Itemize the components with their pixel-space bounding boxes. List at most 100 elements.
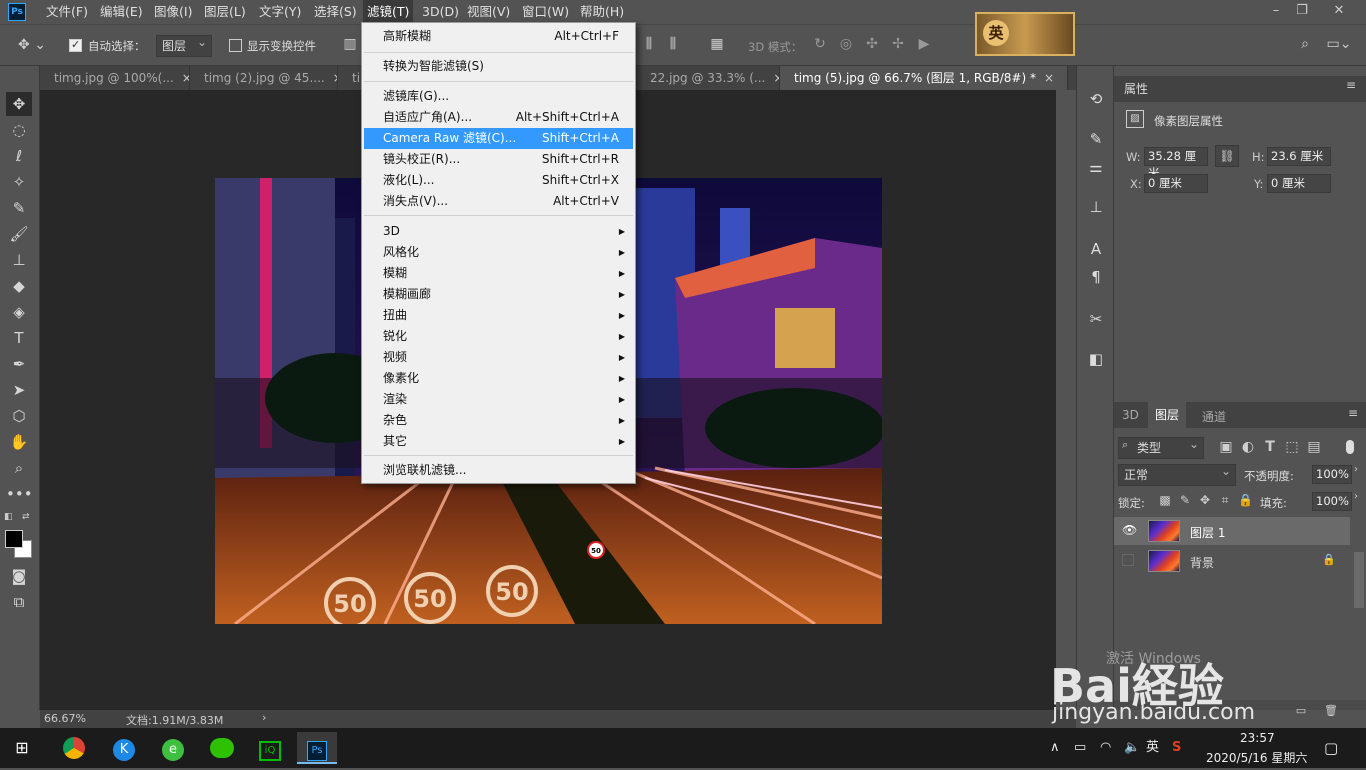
menu-layer[interactable]: 图层(L)	[200, 0, 250, 24]
more-tools-icon[interactable]: •••	[6, 482, 33, 506]
brush-tool-icon[interactable]: 🖌	[6, 222, 32, 246]
paint-bucket-tool-icon[interactable]: ◈	[6, 300, 32, 324]
chrome-icon[interactable]	[54, 732, 94, 764]
menu-item-stylize[interactable]: 风格化 ▶	[364, 242, 633, 263]
filter-pixel-icon[interactable]: ▣	[1218, 439, 1234, 455]
clock-time[interactable]: 23:57	[1240, 731, 1275, 745]
layer-name[interactable]: 图层 1	[1190, 524, 1225, 541]
menu-item-noise[interactable]: 杂色 ▶	[364, 410, 633, 431]
shape-tool-icon[interactable]: ⬡	[6, 404, 32, 428]
menu-view[interactable]: 视图(V)	[463, 0, 514, 24]
tool-presets-icon[interactable]: ✂	[1085, 308, 1107, 330]
close-tab-icon[interactable]: ×	[773, 71, 779, 85]
auto-align-icon[interactable]: ▦	[708, 36, 726, 52]
menu-item-vanishing-point[interactable]: 消失点(V)... Alt+Ctrl+V	[364, 191, 633, 212]
opacity-field[interactable]: 100%	[1312, 465, 1352, 484]
menu-type[interactable]: 文字(Y)	[255, 0, 305, 24]
visibility-eye-icon[interactable]: 👁	[1122, 523, 1137, 537]
menu-item-lens-correction[interactable]: 镜头校正(R)... Shift+Ctrl+R	[364, 149, 633, 170]
tray-overflow-icon[interactable]: ∧	[1050, 728, 1060, 768]
zoom-level[interactable]: 66.67%	[44, 712, 86, 725]
menu-edit[interactable]: 编辑(E)	[96, 0, 147, 24]
lock-all-icon[interactable]: 🔒	[1238, 493, 1253, 507]
clone-source-icon[interactable]: ⊥	[1085, 196, 1107, 218]
panel-menu-icon[interactable]: ≡	[1346, 78, 1356, 92]
volume-icon[interactable]: 🔈	[1124, 728, 1140, 768]
browser-360-icon[interactable]: e	[153, 732, 193, 764]
menu-filter[interactable]: 滤镜(T)	[363, 0, 414, 24]
adjustments-icon[interactable]: ⚌	[1085, 156, 1107, 178]
width-field[interactable]: 35.28 厘米	[1144, 147, 1208, 180]
opacity-dropdown-icon[interactable]: ›	[1354, 464, 1358, 475]
lock-position-icon[interactable]: ✥	[1198, 493, 1212, 507]
menu-file[interactable]: 文件(F)	[42, 0, 92, 24]
close-tab-icon[interactable]: ×	[1044, 71, 1054, 85]
menu-item-blur[interactable]: 模糊 ▶	[364, 263, 633, 284]
tab-channels[interactable]: 通道	[1202, 408, 1226, 425]
notification-center-icon[interactable]: ▢	[1324, 728, 1338, 768]
layer-filter-kind-dropdown[interactable]: 类型	[1118, 434, 1204, 459]
pen-tool-icon[interactable]: ✒	[6, 352, 32, 376]
tab-22[interactable]: 22.jpg @ 33.3% (... ×	[636, 66, 780, 90]
menu-select[interactable]: 选择(S)	[310, 0, 361, 24]
menu-item-distort[interactable]: 扭曲 ▶	[364, 305, 633, 326]
3d-orbit-icon[interactable]: ↻	[810, 36, 830, 52]
panel-menu-icon[interactable]: ≡	[1348, 406, 1358, 420]
zoom-tool-icon[interactable]: ⌕	[6, 456, 32, 480]
default-colors-icon[interactable]: ◧	[4, 512, 13, 522]
menu-item-convert-smart-filters[interactable]: 转换为智能滤镜(S)	[364, 56, 633, 77]
lasso-tool-icon[interactable]: ℓ	[6, 144, 32, 168]
minimize-icon[interactable]: –	[1262, 0, 1290, 22]
photoshop-taskbar-icon[interactable]: Ps	[297, 732, 337, 764]
tab-timg[interactable]: timg.jpg @ 100%(... ×	[40, 66, 190, 90]
properties-title[interactable]: 属性	[1114, 76, 1366, 102]
menu-item-camera-raw-filter[interactable]: Camera Raw 滤镜(C)... Shift+Ctrl+A	[364, 128, 633, 149]
search-icon[interactable]: ⌕	[1295, 36, 1315, 52]
menu-item-3d[interactable]: 3D ▶	[364, 221, 633, 242]
foreground-color-swatch[interactable]	[5, 530, 23, 548]
layer-row-1[interactable]: 👁 图层 1	[1114, 517, 1350, 545]
3d-scale-icon[interactable]: ▶	[914, 36, 934, 52]
height-field[interactable]: 23.6 厘米	[1267, 147, 1331, 166]
magic-wand-tool-icon[interactable]: ✧	[6, 170, 32, 194]
stamp-tool-icon[interactable]: ⊥	[6, 248, 32, 272]
windows-start-icon[interactable]: ⊞	[2, 732, 42, 764]
status-menu-arrow[interactable]: ›	[262, 711, 266, 724]
eyedropper-tool-icon[interactable]: ✎	[6, 196, 32, 220]
menu-window[interactable]: 窗口(W)	[518, 0, 573, 24]
hand-tool-icon[interactable]: ✋	[6, 430, 32, 454]
filter-adjustment-icon[interactable]: ◐	[1240, 439, 1256, 455]
menu-item-browse-online-filters[interactable]: 浏览联机滤镜...	[364, 460, 633, 481]
sogou-ime-icon[interactable]: S	[1172, 728, 1181, 768]
eraser-tool-icon[interactable]: ◆	[6, 274, 32, 298]
close-tab-icon[interactable]: ×	[182, 71, 189, 85]
show-transform-checkbox[interactable]	[229, 39, 242, 52]
marquee-tool-icon[interactable]: ◌	[6, 118, 32, 142]
auto-select-checkbox[interactable]	[69, 38, 82, 52]
properties-dock-icon[interactable]: ◧	[1085, 348, 1107, 370]
iqiyi-icon[interactable]: iQ	[250, 732, 290, 764]
path-select-tool-icon[interactable]: ➤	[6, 378, 32, 402]
x-field[interactable]: 0 厘米	[1144, 174, 1208, 193]
kugou-icon[interactable]: K	[104, 732, 144, 764]
menu-item-sharpen[interactable]: 锐化 ▶	[364, 326, 633, 347]
tab-layers[interactable]: 图层	[1148, 402, 1186, 428]
filter-smart-object-icon[interactable]: ▤	[1306, 439, 1322, 455]
tab-timg-5[interactable]: timg (5).jpg @ 66.7% (图层 1, RGB/8#) * ×	[780, 66, 1068, 90]
layer-name[interactable]: 背景	[1190, 554, 1214, 571]
screen-mode-icon[interactable]: ⧉	[6, 590, 32, 614]
lock-artboard-icon[interactable]: ⌗	[1218, 493, 1232, 508]
wifi-icon[interactable]: ◠	[1100, 728, 1111, 768]
3d-roll-icon[interactable]: ◎	[836, 36, 856, 52]
ime-indicator[interactable]: 英	[1146, 728, 1159, 768]
fill-field[interactable]: 100%	[1312, 492, 1352, 511]
delete-layer-icon[interactable]: 🗑	[1324, 704, 1338, 717]
wechat-icon[interactable]	[202, 732, 242, 764]
fill-dropdown-icon[interactable]: ›	[1354, 491, 1358, 502]
menu-image[interactable]: 图像(I)	[150, 0, 196, 24]
new-group-icon[interactable]: ▭	[1294, 704, 1308, 717]
filter-shape-icon[interactable]: ⬚	[1284, 439, 1300, 455]
layer-row-background[interactable]: 背景 🔒	[1114, 547, 1350, 575]
menu-item-gaussian-blur[interactable]: 高斯模糊 Alt+Ctrl+F	[364, 26, 633, 47]
distribute-bottom-icon[interactable]: ⫼	[664, 36, 682, 52]
